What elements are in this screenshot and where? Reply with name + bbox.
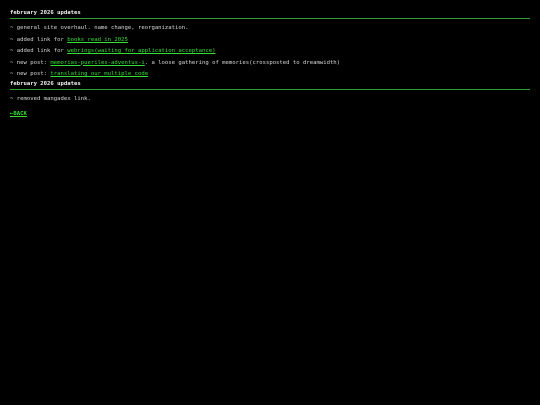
list-item: ~ new post: memorias-pueriles-adventus-i… [10, 60, 530, 67]
page: february 2026 updates ~ general site ove… [0, 0, 540, 405]
item-text: removed mangadex link. [13, 96, 91, 102]
updates-section-1: february 2026 updates ~ general site ove… [10, 10, 530, 78]
updates-list: ~ general site overhaul. name change, re… [10, 25, 530, 78]
section-divider [10, 18, 530, 19]
item-text: new post: [13, 71, 51, 77]
section-divider [10, 89, 530, 90]
translating-post-link[interactable]: translating our multiple code [50, 71, 148, 77]
books-read-link[interactable]: books read in 2025 [67, 37, 128, 43]
list-item: ~ general site overhaul. name change, re… [10, 25, 530, 32]
section-title: february 2026 updates [10, 10, 81, 16]
item-text: general site overhaul. name change, reor… [13, 25, 189, 31]
item-text-after: . a loose gathering of memories(crosspos… [144, 59, 341, 66]
list-item: ~ added link for webrings(waiting for ap… [10, 48, 530, 55]
list-item: ~ added link for books read in 2025 [10, 37, 530, 44]
section-title: february 2026 updates [10, 81, 81, 87]
memorias-post-link[interactable]: memorias-pueriles-adventus-i [50, 60, 144, 66]
item-text: new post: [13, 59, 51, 66]
updates-section-2: february 2026 updates ~ removed mangadex… [10, 81, 530, 103]
list-item: ~ removed mangadex link. [10, 96, 530, 103]
webrings-link[interactable]: webrings(waiting for application accepta… [67, 48, 215, 54]
updates-list: ~ removed mangadex link. [10, 96, 530, 103]
back-link[interactable]: ←BACK [10, 111, 27, 117]
item-text: added link for [13, 48, 68, 54]
item-text: added link for [13, 36, 68, 43]
list-item: ~ new post: translating our multiple cod… [10, 71, 530, 78]
